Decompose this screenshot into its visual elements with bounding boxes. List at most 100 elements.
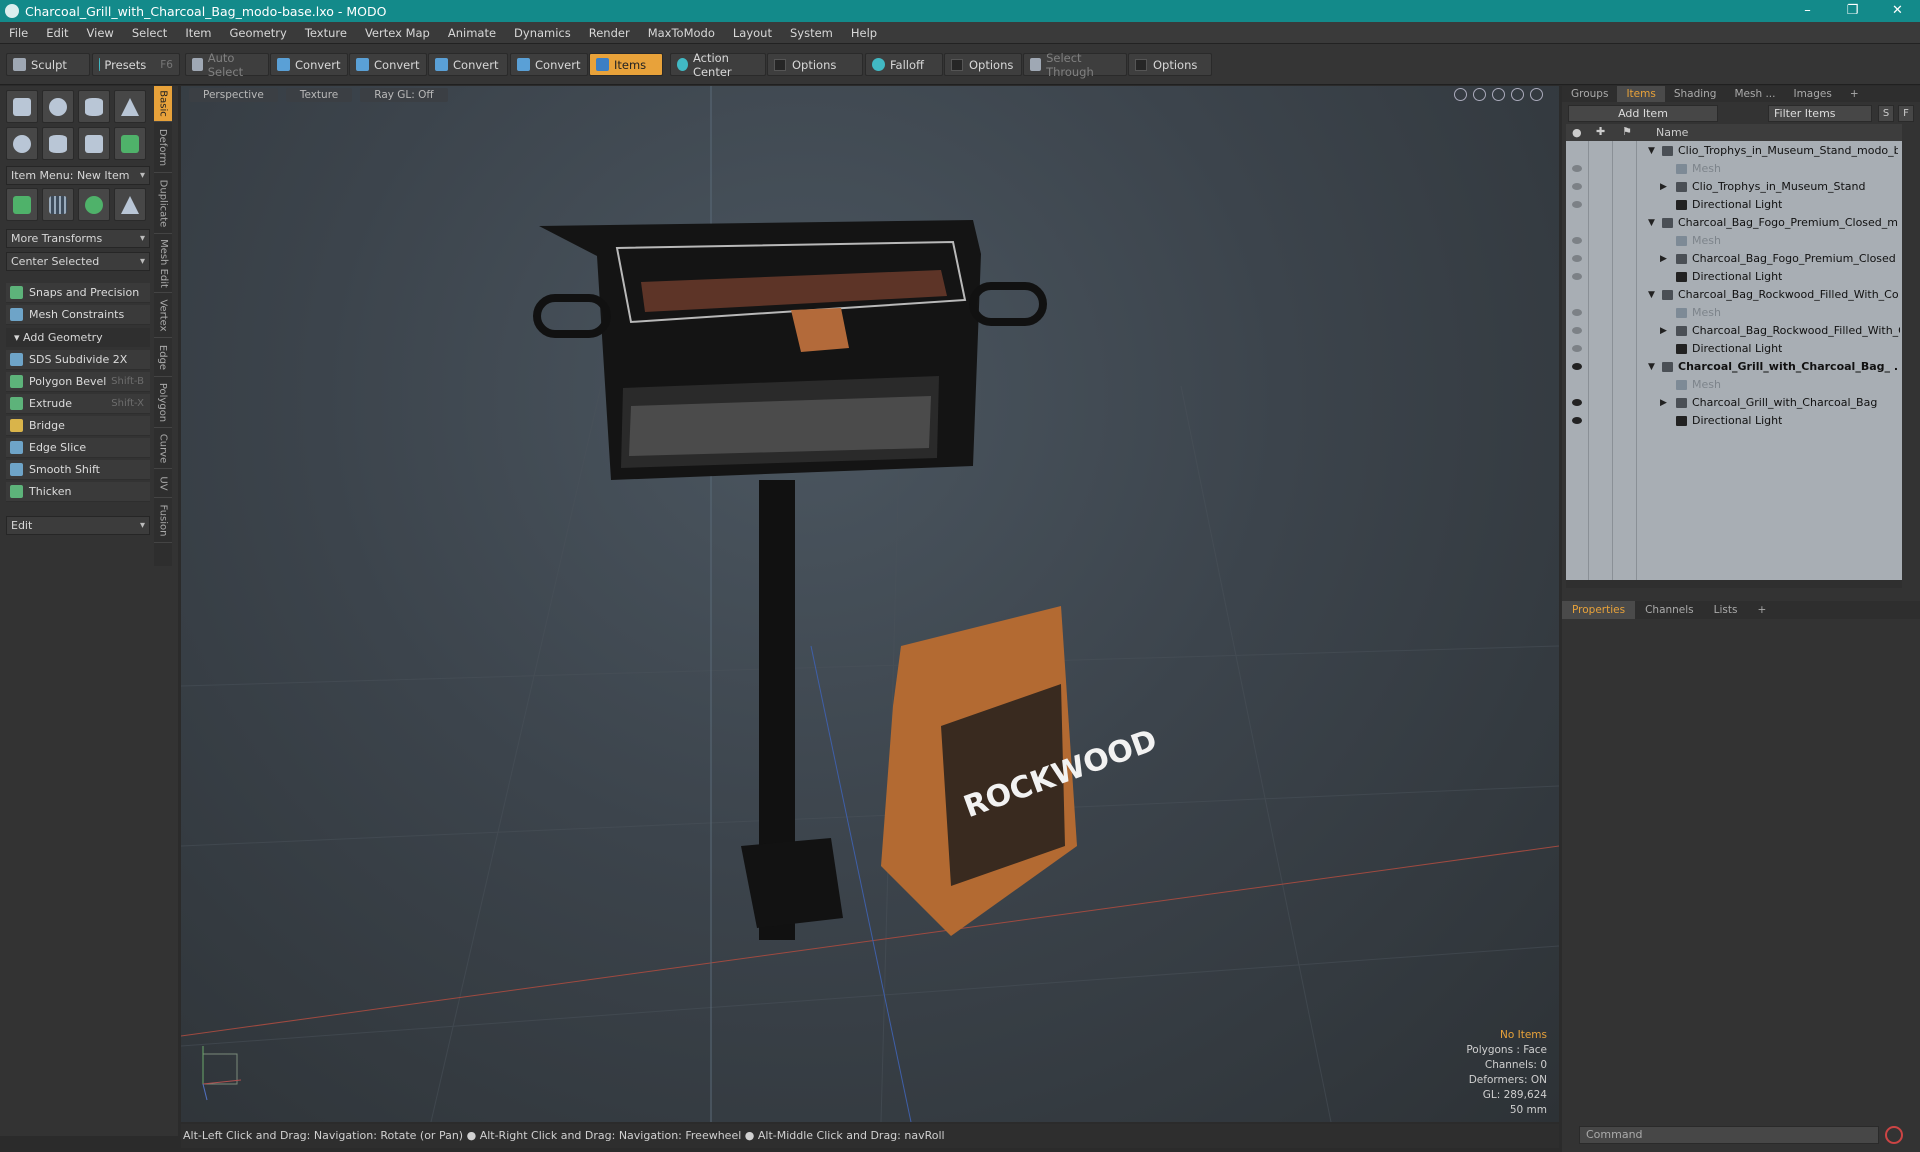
filter-items-input[interactable]: Filter Items (1768, 105, 1872, 122)
menu-layout[interactable]: Layout (724, 26, 781, 40)
tab-curve[interactable]: Curve (154, 429, 172, 469)
list-item[interactable]: Mesh (1566, 232, 1902, 250)
visibility-eye-icon[interactable] (1572, 417, 1582, 424)
tab-deform[interactable]: Deform (154, 123, 172, 173)
menu-dynamics[interactable]: Dynamics (505, 26, 580, 40)
menu-file[interactable]: File (0, 26, 37, 40)
thicken-tool[interactable]: Thicken (6, 482, 150, 502)
command-input[interactable]: Command (1579, 1126, 1879, 1144)
smooth-shift-tool[interactable]: Smooth Shift (6, 460, 150, 480)
list-item[interactable]: ▶ Clio_Trophys_in_Museum_Stand (1566, 178, 1902, 196)
list-item[interactable]: ▶ Charcoal_Bag_Fogo_Premium_Closed (1566, 250, 1902, 268)
menu-texture[interactable]: Texture (296, 26, 356, 40)
list-item[interactable]: ▼ Charcoal_Grill_with_Charcoal_Bag_ ... (1566, 358, 1902, 376)
item-list[interactable]: ● ✚ ⚑ Name ▼ Clio_Trophys_in_Museum_Stand… (1566, 124, 1902, 580)
torus-tool[interactable] (6, 127, 38, 160)
auto-select-button[interactable]: Auto Select (185, 51, 269, 79)
list-item[interactable]: Mesh (1566, 376, 1902, 394)
mesh-constraints-button[interactable]: Mesh Constraints (6, 305, 150, 325)
command-history-icon[interactable] (1885, 1126, 1903, 1144)
tab-lists[interactable]: Lists (1704, 601, 1748, 619)
options-checkbox[interactable] (774, 58, 786, 71)
menu-select[interactable]: Select (123, 26, 176, 40)
convert-button-2[interactable]: Convert (349, 53, 427, 76)
move-tool[interactable] (6, 188, 38, 221)
tab-uv[interactable]: UV (154, 470, 172, 498)
polygon-bevel-tool[interactable]: Polygon Bevel Shift-B (6, 372, 150, 392)
grid-tool[interactable] (42, 188, 74, 221)
list-item[interactable]: Directional Light (1566, 196, 1902, 214)
tab-vertex[interactable]: Vertex (154, 294, 172, 338)
text-tool[interactable] (114, 127, 146, 160)
menu-animate[interactable]: Animate (439, 26, 505, 40)
rotate-tool[interactable] (78, 188, 110, 221)
add-geometry-section[interactable]: ▾ Add Geometry (6, 328, 150, 347)
item-menu-dropdown[interactable]: Item Menu: New Item (6, 166, 150, 185)
visibility-eye-icon[interactable] (1572, 327, 1582, 334)
falloff-options-button[interactable]: Options (944, 53, 1022, 76)
list-item[interactable]: ▶ Charcoal_Grill_with_Charcoal_Bag (1566, 394, 1902, 412)
bridge-tool[interactable]: Bridge (6, 416, 150, 436)
cone-tool[interactable] (114, 90, 146, 123)
list-item[interactable]: Directional Light (1566, 412, 1902, 430)
scale-tool[interactable] (114, 188, 146, 221)
more-transforms-dropdown[interactable]: More Transforms (6, 229, 150, 248)
add-tab-button[interactable]: + (1747, 601, 1776, 619)
center-selected-dropdown[interactable]: Center Selected (6, 252, 150, 271)
add-tab-button[interactable]: + (1841, 86, 1868, 102)
sculpt-button[interactable]: Sculpt (6, 53, 90, 76)
tab-duplicate[interactable]: Duplicate (154, 174, 172, 234)
convert-button-1[interactable]: Convert (270, 53, 348, 76)
edge-slice-tool[interactable]: Edge Slice (6, 438, 150, 458)
tab-mesh[interactable]: Mesh ... (1725, 86, 1784, 102)
tab-images[interactable]: Images (1784, 86, 1840, 102)
falloff-options-checkbox[interactable] (951, 58, 963, 71)
cube-tool[interactable] (6, 90, 38, 123)
tab-mesh-edit[interactable]: Mesh Edit (154, 235, 172, 293)
sds-subdivide-tool[interactable]: SDS Subdivide 2X (6, 350, 150, 370)
filter-f-button[interactable]: F (1898, 105, 1914, 122)
tab-items[interactable]: Items (1617, 86, 1665, 102)
list-item[interactable]: Mesh (1566, 304, 1902, 322)
visibility-eye-icon[interactable] (1572, 255, 1582, 262)
tab-polygon[interactable]: Polygon (154, 378, 172, 428)
menu-system[interactable]: System (781, 26, 842, 40)
list-item[interactable]: ▼ Charcoal_Bag_Rockwood_Filled_With_Coal.… (1566, 286, 1902, 304)
visibility-eye-icon[interactable] (1572, 165, 1582, 172)
tab-basic[interactable]: Basic (154, 86, 172, 122)
tab-channels[interactable]: Channels (1635, 601, 1704, 619)
menu-item[interactable]: Item (176, 26, 220, 40)
tab-fusion[interactable]: Fusion (154, 499, 172, 543)
close-button[interactable]: ✕ (1875, 0, 1920, 22)
menu-vertex-map[interactable]: Vertex Map (356, 26, 439, 40)
menu-render[interactable]: Render (580, 26, 639, 40)
3d-viewport[interactable]: Perspective Texture Ray GL: Off ROCKWOOD… (181, 86, 1559, 1122)
list-item[interactable]: Mesh (1566, 160, 1902, 178)
sphere-tool[interactable] (42, 90, 74, 123)
list-item[interactable]: ▼ Charcoal_Bag_Fogo_Premium_Closed_mod... (1566, 214, 1902, 232)
menu-maxtomodo[interactable]: MaxToModo (639, 26, 724, 40)
visibility-eye-icon[interactable] (1572, 399, 1582, 406)
snaps-precision-button[interactable]: Snaps and Precision (6, 283, 150, 303)
visibility-eye-icon[interactable] (1572, 237, 1582, 244)
add-item-dropdown[interactable]: Add Item (1568, 105, 1718, 122)
visibility-eye-icon[interactable] (1572, 201, 1582, 208)
action-center-button[interactable]: Action Center (670, 51, 766, 79)
name-column-header[interactable]: Name (1656, 126, 1688, 139)
items-mode-button[interactable]: Items (589, 53, 663, 76)
menu-view[interactable]: View (78, 26, 123, 40)
minimize-button[interactable]: – (1785, 0, 1830, 22)
tab-groups[interactable]: Groups (1562, 86, 1617, 102)
capsule-tool[interactable] (42, 127, 74, 160)
presets-button[interactable]: Presets F6 (92, 53, 180, 76)
select-options-button[interactable]: Options (1128, 53, 1212, 76)
list-item[interactable]: ▼ Clio_Trophys_in_Museum_Stand_modo_ba ..… (1566, 142, 1902, 160)
select-options-checkbox[interactable] (1135, 58, 1147, 71)
visibility-eye-icon[interactable] (1572, 273, 1582, 280)
list-item[interactable]: Directional Light (1566, 340, 1902, 358)
menu-help[interactable]: Help (842, 26, 886, 40)
convert-button-3[interactable]: Convert (428, 53, 508, 76)
pen-tool[interactable] (78, 127, 110, 160)
menu-edit[interactable]: Edit (37, 26, 77, 40)
item-list-scrollbar[interactable] (1566, 580, 1902, 588)
